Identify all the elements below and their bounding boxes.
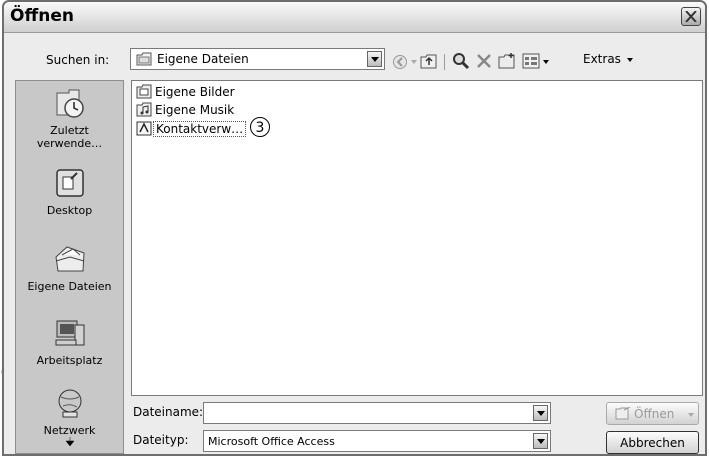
dialog-title: Öffnen [10,6,74,26]
new-folder-icon[interactable] [498,53,516,69]
open-button[interactable]: Öffnen [606,402,699,425]
network-globe-icon [58,389,81,418]
open-file-dialog: Öffnen Suchen in: Eigene Dateien Extras … [2,0,707,456]
extras-menu-button[interactable]: Extras [583,52,633,66]
file-list[interactable]: Eigene Bilder Eigene Musik Kontaktverw… [131,80,703,396]
look-in-value: Eigene Dateien [157,52,249,66]
music-folder-icon [136,102,152,117]
views-dropdown-icon[interactable] [543,60,549,64]
access-database-icon [136,121,152,136]
back-dropdown-icon[interactable] [411,60,417,64]
close-button[interactable] [681,7,701,26]
chevron-down-icon [371,57,379,62]
extras-label: Extras [583,52,621,66]
filename-label: Dateiname: [133,405,204,419]
open-dropdown-icon[interactable] [688,413,694,417]
filetype-dropdown-arrow[interactable] [533,433,548,449]
place-desktop-label: Desktop [46,204,93,217]
file-name: Eigene Musik [155,103,235,117]
filename-field[interactable] [203,402,551,424]
toolbar-separator [444,54,445,70]
scroll-down-arrow-icon[interactable] [65,437,74,446]
place-my-documents-label: Eigene Dateien [27,280,112,293]
filetype-label: Dateityp: [133,433,189,447]
place-my-computer[interactable]: Arbeitsplatz [16,317,123,367]
cancel-button[interactable]: Abbrechen [606,431,699,454]
place-network-label: Netzwerk [43,424,96,437]
place-desktop[interactable]: Desktop [16,167,123,217]
filetype-dropdown[interactable]: Microsoft Office Access [203,430,551,452]
place-recent[interactable]: Zuletzt verwende… [16,87,123,150]
place-my-computer-label: Arbeitsplatz [36,354,103,367]
up-folder-icon[interactable] [420,53,438,69]
back-icon[interactable] [392,54,408,70]
place-recent-label: Zuletzt verwende… [36,124,103,150]
place-my-documents[interactable]: Eigene Dateien [16,243,123,293]
filetype-value: Microsoft Office Access [208,435,335,448]
chevron-down-icon [537,439,545,444]
open-folder-icon [615,407,631,420]
title-bar: Öffnen [4,2,705,33]
filename-dropdown-arrow[interactable] [533,405,548,421]
recent-documents-icon [56,89,84,118]
look-in-dropdown[interactable]: Eigene Dateien [130,48,385,70]
chevron-down-icon [537,411,545,416]
pictures-folder-icon [136,84,152,99]
chevron-down-icon [626,57,633,62]
places-bar: Zuletzt verwende… Desktop Eigene Dateien [15,80,124,454]
close-icon [685,11,697,22]
search-web-icon[interactable] [452,52,470,70]
file-name: Eigene Bilder [155,85,235,99]
folder-icon [136,52,152,66]
views-icon[interactable] [522,53,540,69]
cancel-button-label: Abbrechen [620,436,685,450]
delete-icon[interactable] [476,53,492,69]
desktop-icon [55,169,84,197]
place-network[interactable]: Netzwerk [16,387,123,449]
look-in-dropdown-arrow[interactable] [367,51,382,67]
file-name: Kontaktverw… [153,121,247,137]
look-in-label: Suchen in: [46,53,110,67]
open-button-label: Öffnen [634,407,675,421]
my-computer-icon [55,320,84,346]
callout-number-badge: 3 [250,117,270,137]
my-documents-icon [54,246,85,272]
